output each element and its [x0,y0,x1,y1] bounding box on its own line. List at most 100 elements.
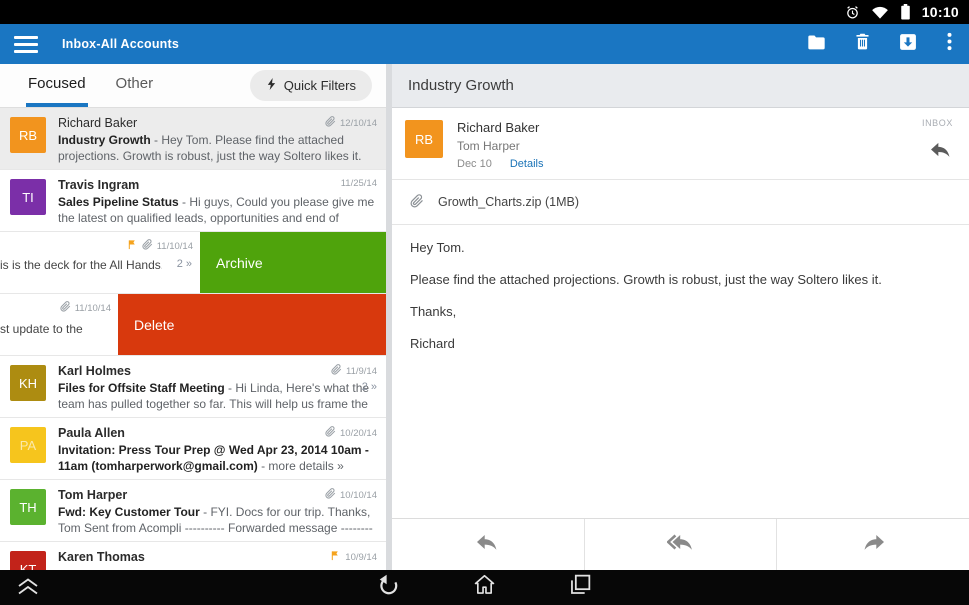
forward-icon [861,532,886,557]
mail-list-item[interactable]: KT Karen Thomas 10/9/14 [0,542,386,570]
main-area: Focused Other Quick Filters RB Richard B… [0,64,969,570]
sender-avatar: RB [405,120,443,158]
avatar: PA [10,427,46,463]
archive-icon [898,32,918,57]
reading-pane: Industry Growth RB Richard Baker Tom Har… [392,64,969,570]
body-paragraph: Thanks, [410,304,951,320]
body-paragraph: Richard [410,336,951,352]
message-snippet: Files for Offsite Staff Meeting - Hi Lin… [58,380,376,412]
overflow-icon [947,32,952,56]
mail-list-item[interactable]: PA Paula Allen Invitation: Press Tour Pr… [0,418,386,480]
reply-all-button[interactable] [585,519,778,570]
delete-button[interactable] [849,29,875,59]
message-body: Hey Tom. Please find the attached projec… [392,225,969,518]
mail-list-item[interactable]: RB Richard Baker Industry Growth - Hey T… [0,108,386,170]
app-bar: Inbox-All Accounts [0,24,969,64]
avatar: RB [10,117,46,153]
alarm-icon [845,5,860,20]
recents-icon [568,572,593,602]
sender-name: Karen Thomas [58,549,376,565]
mail-list-item[interactable]: KH Karl Holmes Files for Offsite Staff M… [0,356,386,418]
reply-button[interactable] [392,519,585,570]
paperclip-icon [325,488,336,502]
reply-icon [929,146,953,163]
message-snippet: Fwd: Key Customer Tour - FYI. Docs for o… [58,504,376,537]
sender-name: Karl Holmes [58,363,376,379]
message-date: 11/9/14 [346,366,377,377]
menu-button[interactable] [14,36,38,53]
reply-icon [475,532,500,557]
body-paragraph: Hey Tom. [410,240,951,256]
avatar: KT [10,551,46,570]
subject: Files for Offsite Staff Meeting [58,381,225,395]
mail-list-item-swiped-archive[interactable]: 11/10/14 is is the deck for the All Hand… [0,232,386,294]
forward-button[interactable] [777,519,969,570]
message-date: 10/9/14 [345,552,377,563]
folder-icon [806,33,827,56]
thread-count: 2 » [362,381,377,393]
quick-filters-button[interactable]: Quick Filters [250,70,372,101]
message-snippet: Industry Growth - Hey Tom. Please find t… [58,132,376,164]
attachment-row[interactable]: Growth_Charts.zip (1MB) [392,180,969,225]
tab-focused[interactable]: Focused [26,64,88,107]
message-snippet: is is the deck for the All Hands. [0,258,162,272]
paperclip-icon [60,301,71,315]
reply-all-icon [667,532,695,557]
message-action-bar [392,518,969,570]
subject: Fwd: Key Customer Tour [58,505,200,519]
sender-card: RB Richard Baker Tom Harper Dec 10 Detai… [392,108,969,180]
screen: 10:10 Inbox-All Accounts [0,0,969,605]
from-name: Richard Baker [457,120,543,135]
battery-icon [900,4,911,20]
message-date: 11/25/14 [341,178,377,189]
tab-other[interactable]: Other [114,64,156,107]
delete-action-button[interactable]: Delete [118,294,386,355]
wifi-icon [871,5,889,19]
paperclip-icon [325,116,336,130]
hamburger-icon [14,36,38,39]
move-to-folder-button[interactable] [803,29,829,59]
back-icon [376,572,401,602]
home-icon [472,572,497,602]
to-name: Tom Harper [457,139,543,153]
body-paragraph: Please find the attached projections. Gr… [410,272,951,288]
message-date: 11/10/14 [75,303,111,314]
mail-list-item[interactable]: TH Tom Harper Fwd: Key Customer Tour - F… [0,480,386,542]
app-bar-actions [803,29,957,59]
archive-action-button[interactable]: Archive [200,232,386,293]
home-button[interactable] [471,573,499,601]
avatar: TI [10,179,46,215]
reply-button-top[interactable] [922,140,953,164]
mail-list-item[interactable]: TI Travis Ingram Sales Pipeline Status -… [0,170,386,232]
message-list-pane: Focused Other Quick Filters RB Richard B… [0,64,386,570]
flag-icon [127,239,138,253]
status-bar: 10:10 [0,0,969,24]
message-date: 11/10/14 [157,241,193,252]
overflow-menu-button[interactable] [941,29,957,59]
status-time: 10:10 [922,4,959,20]
message-date: 10/10/14 [340,490,377,501]
message-snippet: Invitation: Press Tour Prep @ Wed Apr 23… [58,442,376,475]
flag-icon [330,550,341,564]
paperclip-icon [410,194,424,211]
subject-header: Industry Growth [392,64,969,108]
back-button[interactable] [375,573,403,601]
message-date: 12/10/14 [340,118,377,129]
subject: Industry Growth [58,133,151,147]
attachment-name: Growth_Charts.zip (1MB) [438,195,579,209]
message-date: Dec 10 [457,158,492,170]
message-date: 10/20/14 [340,428,377,439]
avatar: TH [10,489,46,525]
app-bar-title: Inbox-All Accounts [62,37,179,51]
avatar: KH [10,365,46,401]
mail-list: RB Richard Baker Industry Growth - Hey T… [0,108,386,570]
lightning-icon [266,77,277,94]
subject: Sales Pipeline Status [58,195,179,209]
recents-button[interactable] [567,573,595,601]
archive-button[interactable] [895,29,921,59]
details-link[interactable]: Details [510,158,544,170]
message-snippet: st update to the [0,322,116,336]
mail-list-item-swiped-delete[interactable]: 11/10/14 st update to the Delete [0,294,386,356]
tab-bar: Focused Other Quick Filters [0,64,386,108]
trash-icon [854,32,871,56]
